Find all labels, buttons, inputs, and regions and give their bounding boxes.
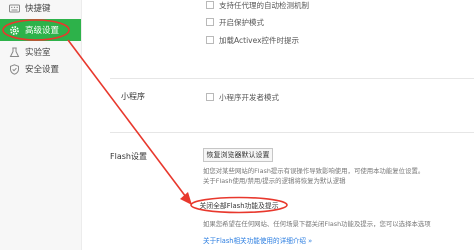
checkbox[interactable] bbox=[206, 18, 214, 26]
gear-icon bbox=[8, 24, 20, 36]
arrowhead-icon bbox=[180, 192, 192, 205]
sidebar-item-label: 快捷键 bbox=[25, 4, 51, 14]
option-mini-program-dev-mode[interactable]: 小程序开发者模式 bbox=[206, 91, 279, 103]
keyboard-icon bbox=[8, 2, 20, 14]
option-label: 开启保护模式 bbox=[219, 17, 264, 27]
disable-all-description: 如果您希望在任何网站、任何场景下都关闭Flash功能及提示，您可以选择本选项 bbox=[203, 219, 471, 229]
checkbox[interactable] bbox=[206, 1, 214, 9]
disable-all-flash-button[interactable]: 关闭全部Flash功能及提示 bbox=[200, 198, 279, 212]
annotation-arrow bbox=[67, 39, 187, 198]
option-label: 小程序开发者模式 bbox=[219, 92, 279, 102]
option-activex-prompt[interactable]: 加载Activex控件时提示 bbox=[206, 34, 299, 46]
sidebar-item-advanced[interactable]: 高级设置 bbox=[0, 19, 82, 41]
sidebar-item-security[interactable]: 安全设置 bbox=[0, 58, 82, 80]
sidebar-item-label: 高级设置 bbox=[25, 26, 60, 36]
option-label: 加载Activex控件时提示 bbox=[219, 35, 300, 45]
option-protected-mode[interactable]: 开启保护模式 bbox=[206, 16, 264, 28]
section-title-mini-program: 小程序 bbox=[121, 92, 145, 101]
sidebar-item-label: 实验室 bbox=[25, 48, 51, 58]
section-divider bbox=[110, 78, 474, 79]
restore-defaults-button[interactable]: 恢复浏览器默认设置 bbox=[203, 148, 273, 162]
option-proxy-autodetect[interactable]: 支持任代理的自动检测机制 bbox=[206, 0, 309, 11]
sidebar-item-label: 安全设置 bbox=[25, 65, 60, 75]
sidebar-divider bbox=[81, 0, 82, 250]
checkbox[interactable] bbox=[206, 93, 214, 101]
flask-icon bbox=[8, 46, 20, 58]
flash-description: 如您对某些网站的Flash提示有误操作导致影响使用，可使用本功能复位设置。 关于… bbox=[203, 166, 471, 186]
settings-sidebar: 快捷键 高级设置 实验室 安全设置 bbox=[0, 0, 82, 250]
option-label: 支持任代理的自动检测机制 bbox=[219, 0, 309, 10]
description-line: 关于Flash使用/禁用/提示的逻辑将恢复为默认逻辑 bbox=[203, 177, 346, 185]
checkbox[interactable] bbox=[206, 36, 214, 44]
flash-help-link[interactable]: 关于Flash相关功能使用的详细介绍 » bbox=[203, 235, 312, 245]
shield-icon bbox=[8, 63, 20, 75]
description-line: 如您对某些网站的Flash提示有误操作导致影响使用，可使用本功能复位设置。 bbox=[203, 167, 425, 175]
sidebar-item-shortcuts[interactable]: 快捷键 bbox=[0, 0, 82, 19]
section-title-flash: Flash设置 bbox=[110, 152, 147, 161]
description-line: 如果您希望在任何网站、任何场景下都关闭Flash功能及提示，您可以选择本选项 bbox=[203, 220, 431, 228]
section-divider bbox=[110, 132, 474, 133]
